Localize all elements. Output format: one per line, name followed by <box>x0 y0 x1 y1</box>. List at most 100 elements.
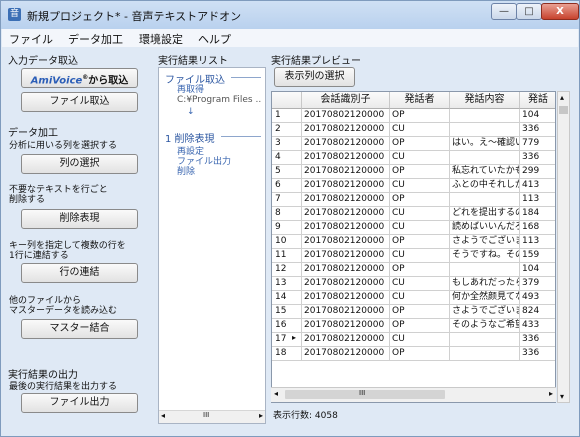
row-number[interactable]: 11 <box>272 249 302 262</box>
tree-horizontal-scrollbar[interactable]: ◂ III ▸ <box>159 410 265 423</box>
table-row[interactable]: 14 20170802120000 CU 何か全然颜見てな 493 <box>272 291 555 305</box>
row-number[interactable]: 2 <box>272 123 302 136</box>
table-cell[interactable]: 20170802120000 <box>302 123 390 136</box>
table-cell[interactable]: CU <box>390 207 450 220</box>
table-row[interactable]: 1120170802120000CUそうですね。その方159 <box>272 249 555 263</box>
table-cell[interactable]: OP <box>390 305 450 318</box>
table-row[interactable]: 5 20170802120000 OP 私忘れていたかも 299 <box>272 165 555 179</box>
select-display-columns-button[interactable]: 表示列の選択 <box>274 67 355 87</box>
amivoice-import-button[interactable]: AmiVoice®から取込 <box>21 68 138 88</box>
row-number[interactable]: 17 <box>272 333 302 346</box>
table-cell[interactable]: 104 <box>520 263 555 276</box>
row-number[interactable]: 10 <box>272 235 302 248</box>
table-row[interactable]: 620170802120000CUふとの中それしか入413 <box>272 179 555 193</box>
table-cell[interactable]: どれを提出するの <box>450 207 520 220</box>
table-cell[interactable]: 336 <box>520 333 555 346</box>
column-header[interactable]: 会話識別子 <box>302 92 390 109</box>
table-row[interactable]: 1320170802120000CUもしあれだったら担379 <box>272 277 555 291</box>
table-cell[interactable]: 20170802120000 <box>302 179 390 192</box>
table-row[interactable]: 1 20170802120000 OP 104 <box>272 109 555 123</box>
row-number[interactable]: 6 <box>272 179 302 192</box>
table-cell[interactable]: 20170802120000 <box>302 305 390 318</box>
table-cell[interactable] <box>450 333 520 346</box>
table-cell[interactable]: もしあれだったら担 <box>450 277 520 290</box>
table-row[interactable]: 920170802120000CU読めばいいんだろう168 <box>272 221 555 235</box>
table-cell[interactable]: さようでございます <box>450 305 520 318</box>
table-row[interactable]: 7 20170802120000 OP 113 <box>272 193 555 207</box>
scroll-down-icon[interactable]: ▾ <box>560 392 564 401</box>
table-cell[interactable]: 113 <box>520 193 555 206</box>
grid-vertical-scrollbar[interactable]: ▴ ▾ <box>557 91 570 403</box>
table-cell[interactable] <box>450 193 520 206</box>
table-cell[interactable]: 20170802120000 <box>302 291 390 304</box>
scroll-up-icon[interactable]: ▴ <box>560 93 564 102</box>
table-cell[interactable]: 読めばいいんだろう <box>450 221 520 234</box>
close-button[interactable]: X <box>541 3 579 20</box>
table-row[interactable]: 1520170802120000OPさようでございます824 <box>272 305 555 319</box>
table-row[interactable]: 2 20170802120000 CU 336 <box>272 123 555 137</box>
tree-node-delete-expression[interactable]: 1 削除表現 <box>165 130 215 145</box>
table-cell[interactable]: 私忘れていたかも <box>450 165 520 178</box>
table-cell[interactable]: CU <box>390 179 450 192</box>
table-cell[interactable]: 113 <box>520 235 555 248</box>
file-output-button[interactable]: ファイル出力 <box>21 393 138 413</box>
table-cell[interactable] <box>450 263 520 276</box>
table-cell[interactable]: 168 <box>520 221 555 234</box>
table-cell[interactable]: 299 <box>520 165 555 178</box>
table-cell[interactable]: 104 <box>520 109 555 122</box>
table-cell[interactable] <box>450 123 520 136</box>
tree-action-reload[interactable]: 再取得 <box>177 86 204 95</box>
table-cell[interactable]: CU <box>390 249 450 262</box>
table-cell[interactable]: CU <box>390 151 450 164</box>
table-row[interactable]: 1620170802120000OPそのようなご希望が433 <box>272 319 555 333</box>
row-number[interactable]: 9 <box>272 221 302 234</box>
table-cell[interactable] <box>450 151 520 164</box>
scroll-right-icon[interactable]: ▸ <box>259 411 263 420</box>
row-number[interactable]: 16 <box>272 319 302 332</box>
table-cell[interactable]: 159 <box>520 249 555 262</box>
menu-help[interactable]: ヘルプ <box>198 31 231 47</box>
table-cell[interactable]: CU <box>390 333 450 346</box>
table-cell[interactable]: OP <box>390 319 450 332</box>
table-cell[interactable]: OP <box>390 235 450 248</box>
maximize-button[interactable]: □ <box>516 3 542 20</box>
table-cell[interactable]: 20170802120000 <box>302 221 390 234</box>
table-cell[interactable]: 413 <box>520 179 555 192</box>
master-join-button[interactable]: マスター結合 <box>21 319 138 339</box>
column-header[interactable]: 発話内容 <box>450 92 520 109</box>
table-cell[interactable]: 20170802120000 <box>302 193 390 206</box>
table-row[interactable]: 1020170802120000OPさようでございます113 <box>272 235 555 249</box>
row-number[interactable]: 7 <box>272 193 302 206</box>
table-cell[interactable]: 824 <box>520 305 555 318</box>
table-cell[interactable]: 20170802120000 <box>302 333 390 346</box>
table-cell[interactable]: さようでございます <box>450 235 520 248</box>
table-cell[interactable]: 336 <box>520 123 555 136</box>
table-cell[interactable]: 20170802120000 <box>302 249 390 262</box>
menu-settings[interactable]: 環境設定 <box>139 31 183 47</box>
table-cell[interactable]: 184 <box>520 207 555 220</box>
scroll-right-icon[interactable]: ▸ <box>549 389 553 398</box>
column-header[interactable]: 発話者 <box>390 92 450 109</box>
column-header[interactable]: 発話 <box>520 92 555 109</box>
row-number[interactable]: 5 <box>272 165 302 178</box>
table-cell[interactable]: OP <box>390 263 450 276</box>
row-number[interactable]: 13 <box>272 277 302 290</box>
file-import-button[interactable]: ファイル取込 <box>21 92 138 112</box>
table-cell[interactable]: 379 <box>520 277 555 290</box>
table-cell[interactable]: 20170802120000 <box>302 151 390 164</box>
table-cell[interactable]: 433 <box>520 319 555 332</box>
table-cell[interactable]: ふとの中それしか入 <box>450 179 520 192</box>
delete-expression-button[interactable]: 削除表現 <box>21 209 138 229</box>
scroll-thumb[interactable] <box>559 106 568 114</box>
row-number[interactable]: 15 <box>272 305 302 318</box>
table-cell[interactable] <box>450 109 520 122</box>
tree-action-delete[interactable]: 削除 <box>177 168 195 177</box>
table-cell[interactable]: 20170802120000 <box>302 263 390 276</box>
table-cell[interactable]: 20170802120000 <box>302 165 390 178</box>
table-cell[interactable]: そうですね。その方 <box>450 249 520 262</box>
table-cell[interactable]: OP <box>390 137 450 150</box>
menu-data-processing[interactable]: データ加工 <box>68 31 123 47</box>
table-cell[interactable]: OP <box>390 347 450 360</box>
table-cell[interactable]: CU <box>390 221 450 234</box>
table-cell[interactable]: 20170802120000 <box>302 207 390 220</box>
